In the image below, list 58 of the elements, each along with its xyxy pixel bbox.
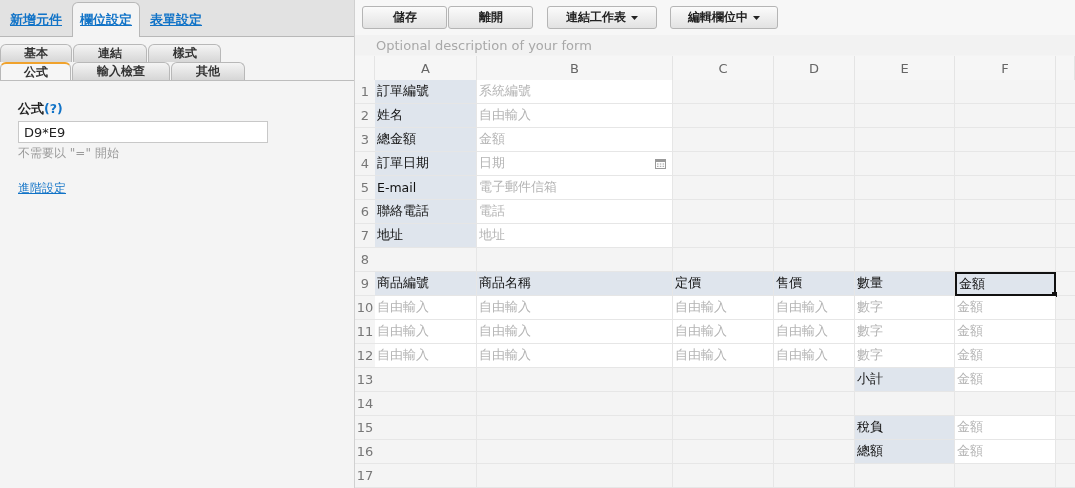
table-cell[interactable]: 聯絡電話 [375,200,477,224]
table-cell[interactable]: 地址 [375,224,477,248]
table-cell[interactable]: 數量 [855,272,955,296]
panel-tab[interactable]: 表單設定 [142,3,210,37]
table-cell[interactable]: 訂單編號 [375,80,477,104]
table-cell[interactable] [955,464,1056,488]
table-cell[interactable] [774,368,855,392]
table-cell[interactable] [673,200,774,224]
panel-tab[interactable]: 新增元件 [2,3,70,37]
table-cell[interactable] [955,248,1056,272]
table-cell[interactable]: E-mail [375,176,477,200]
dropdown-button[interactable]: 連結工作表 [547,6,657,30]
settings-tab[interactable]: 樣式 [148,44,221,62]
table-cell[interactable] [673,176,774,200]
table-cell[interactable] [477,248,673,272]
table-cell[interactable] [673,224,774,248]
table-cell[interactable]: 總金額 [375,128,477,152]
caret-icon [631,15,638,20]
table-cell[interactable] [375,368,477,392]
table-cell[interactable] [855,248,955,272]
formula-field[interactable]: D9*E9 [18,121,268,143]
table-cell[interactable] [673,128,774,152]
table-cell[interactable] [673,248,774,272]
table-cell[interactable] [855,464,955,488]
cell-text: 日期 [479,155,505,172]
hint-text: 不需要以 "=" 開始 [18,145,119,162]
table-cell[interactable] [955,392,1056,416]
toolbar-button[interactable]: 儲存 [362,6,447,30]
field-label: 公式(?) [18,101,63,118]
table-cell[interactable]: 訂單日期 [375,152,477,176]
help-link[interactable]: (?) [44,101,63,116]
toolbar-button[interactable]: 離開 [448,6,533,30]
table-cell[interactable] [477,368,673,392]
table-cell[interactable]: 稅負 [855,416,955,440]
calendar-icon[interactable] [655,158,666,169]
settings-tab[interactable]: 基本 [0,44,72,62]
settings-tab[interactable]: 連結 [73,44,147,62]
table-cell[interactable] [375,248,477,272]
settings-tab[interactable]: 輸入檢查 [72,62,170,80]
dropdown-button[interactable]: 編輯欄位中 [670,6,778,30]
table-cell[interactable] [673,152,774,176]
advanced-settings-link[interactable]: 進階設定 [18,180,66,197]
table-cell[interactable] [673,104,774,128]
table-cell[interactable]: 小計 [855,368,955,392]
table-cell[interactable] [673,80,774,104]
table-cell[interactable]: 總額 [855,440,955,464]
settings-tab[interactable]: 其他 [171,62,245,80]
table-cell[interactable]: 定價 [673,272,774,296]
table-cell[interactable]: 售價 [774,272,855,296]
table-cell[interactable]: 金額 [955,272,1056,296]
table-cell[interactable] [673,368,774,392]
settings-tab[interactable]: 公式 [0,62,71,80]
table-cell[interactable]: 姓名 [375,104,477,128]
panel-tab[interactable]: 欄位設定 [72,2,140,37]
table-cell[interactable]: 商品名稱 [477,272,673,296]
caret-icon [753,15,760,20]
table-cell[interactable]: 商品編號 [375,272,477,296]
table-cell[interactable] [855,392,955,416]
